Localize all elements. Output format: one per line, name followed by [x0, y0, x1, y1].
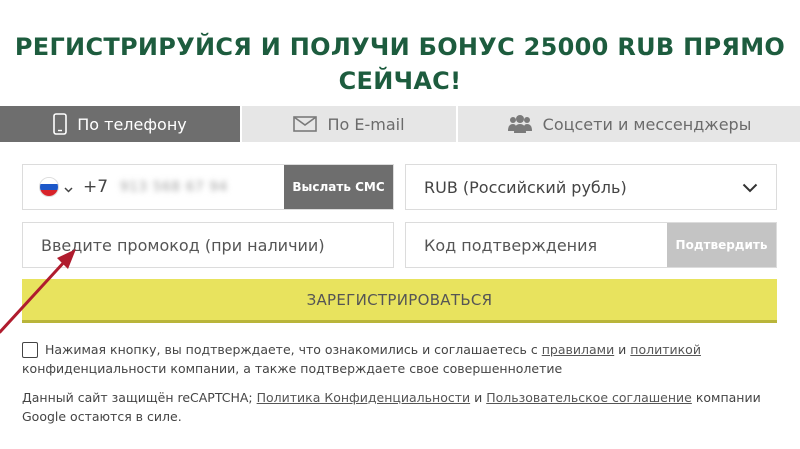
tab-email-label: По E-mail [327, 114, 405, 134]
consent-block: Нажимая кнопку, вы подтверждаете, что оз… [22, 340, 782, 378]
confirm-button[interactable]: Подтвердить [667, 223, 776, 267]
currency-selected-value: RUB (Российский рубль) [424, 177, 627, 197]
envelope-icon [293, 116, 318, 132]
chevron-down-icon [64, 178, 73, 197]
confirmation-code-input[interactable] [424, 235, 664, 255]
recaptcha-text-before: Данный сайт защищён reCAPTCHA; [22, 390, 257, 405]
page-title: РЕГИСТРИРУЙСЯ И ПОЛУЧИ БОНУС 25000 RUB П… [0, 30, 800, 98]
consent-and: и [614, 342, 631, 357]
rules-link[interactable]: правилами [542, 342, 614, 357]
send-sms-button[interactable]: Выслать СМС [284, 165, 393, 209]
recaptcha-and: и [470, 390, 487, 405]
page-title-line-1: РЕГИСТРИРУЙСЯ И ПОЛУЧИ БОНУС 25000 RUB П… [14, 33, 786, 61]
promo-code-input[interactable] [41, 235, 393, 255]
tab-social-label: Соцсети и мессенджеры [542, 114, 752, 134]
register-button[interactable]: ЗАРЕГИСТРИРОВАТЬСЯ [22, 279, 777, 323]
privacy-policy-link[interactable]: Политика Конфиденциальности [257, 390, 471, 405]
consent-text-before: Нажимая кнопку, вы подтверждаете, что оз… [45, 342, 542, 357]
consent-text-after: конфиденциальности компании, а также под… [22, 361, 563, 376]
tab-phone-label: По телефону [77, 114, 187, 134]
russia-flag-icon [39, 177, 59, 197]
recaptcha-notice: Данный сайт защищён reCAPTCHA; Политика … [22, 388, 792, 426]
consent-checkbox[interactable] [22, 342, 38, 358]
tab-phone[interactable]: По телефону [0, 106, 242, 142]
consent-text: Нажимая кнопку, вы подтверждаете, что оз… [22, 340, 701, 378]
phone-number-input[interactable]: 913 568 67 94 [120, 180, 228, 195]
page-title-line-2: СЕЙЧАС! [338, 67, 462, 95]
confirmation-code-field: Подтвердить [405, 222, 777, 268]
phone-country-code: +7 [83, 177, 109, 197]
currency-select[interactable]: RUB (Российский рубль) [405, 164, 777, 210]
phone-icon [53, 113, 68, 135]
tab-social[interactable]: Соцсети и мессенджеры [458, 106, 800, 142]
chevron-down-icon [742, 178, 758, 197]
phone-field: +7 913 568 67 94 Выслать СМС [22, 164, 394, 210]
users-icon [507, 114, 533, 134]
policy-link[interactable]: политикой [630, 342, 701, 357]
promo-code-field [22, 222, 394, 268]
terms-link[interactable]: Пользовательское соглашение [486, 390, 692, 405]
registration-tabs: По телефону По E-mail Соцсети и мессендж… [0, 106, 800, 142]
tab-email[interactable]: По E-mail [242, 106, 458, 142]
country-selector[interactable] [23, 177, 73, 197]
